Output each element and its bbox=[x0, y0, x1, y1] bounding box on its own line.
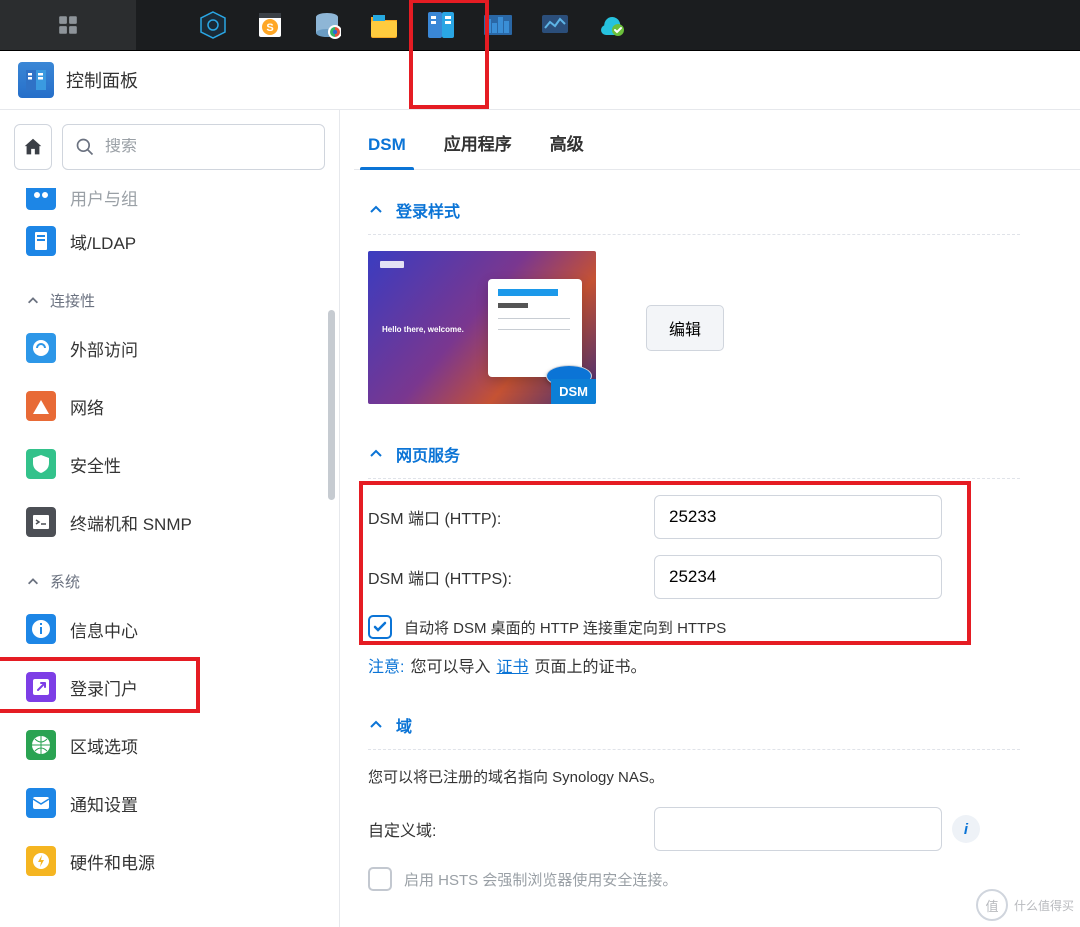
domain-description: 您可以将已注册的域名指向 Synology NAS。 bbox=[368, 766, 1020, 787]
info-icon[interactable]: i bbox=[952, 815, 980, 843]
sidebar-item-label: 终端机和 SNMP bbox=[70, 510, 192, 535]
tab-dsm[interactable]: DSM bbox=[368, 135, 406, 169]
search-icon bbox=[75, 137, 95, 157]
taskbar-app-8-icon[interactable] bbox=[596, 9, 628, 41]
sidebar-section-connectivity[interactable]: 连接性 bbox=[0, 270, 339, 319]
search-input[interactable] bbox=[105, 138, 312, 156]
sidebar-item-label: 网络 bbox=[70, 394, 104, 419]
custom-domain-input[interactable] bbox=[654, 807, 942, 851]
sidebar-item-label: 区域选项 bbox=[70, 733, 138, 758]
sidebar-item-region-option[interactable]: 区域选项 bbox=[0, 716, 339, 774]
taskbar: S bbox=[0, 0, 1080, 50]
sidebar-item-domain-ldap[interactable]: 域/LDAP bbox=[0, 212, 339, 270]
sidebar-item-login-portal[interactable]: 登录门户 bbox=[0, 658, 339, 716]
taskbar-app-7-icon[interactable] bbox=[539, 9, 571, 41]
sidebar-list: 用户与组域/LDAP 连接性外部访问网络安全性终端机和 SNMP 系统信息中心登录门… bbox=[0, 184, 339, 927]
sidebar-item-user-group[interactable]: 用户与组 bbox=[0, 188, 339, 212]
sidebar-item-notification[interactable]: 通知设置 bbox=[0, 774, 339, 832]
search-box[interactable] bbox=[62, 124, 325, 170]
chevron-up-icon bbox=[26, 294, 40, 308]
sidebar-item-label: 用户与组 bbox=[70, 188, 138, 210]
svg-text:S: S bbox=[266, 22, 273, 34]
sidebar-item-label: 信息中心 bbox=[70, 617, 138, 642]
section-domain-title: 域 bbox=[396, 713, 412, 737]
checkbox-checked-icon bbox=[368, 615, 392, 639]
content-area: 登录样式 Hello there, welcome. DSM 编辑 网页服务 bbox=[354, 170, 1080, 927]
custom-domain-label: 自定义域: bbox=[368, 817, 654, 841]
https-redirect-checkbox-row[interactable]: 自动将 DSM 桌面的 HTTP 连接重定向到 HTTPS bbox=[368, 615, 1020, 639]
sidebar-item-label: 域/LDAP bbox=[70, 229, 136, 254]
taskbar-file-station-icon[interactable] bbox=[368, 9, 400, 41]
main-panel: DSM 应用程序高级 登录样式 Hello there, welcome. DSM… bbox=[340, 110, 1080, 927]
http-port-input[interactable] bbox=[654, 495, 942, 539]
section-login-style-header[interactable]: 登录样式 bbox=[368, 188, 1020, 235]
sidebar-section-system[interactable]: 系统 bbox=[0, 551, 339, 600]
taskbar-app-3-icon[interactable] bbox=[311, 9, 343, 41]
main-menu-button[interactable] bbox=[0, 0, 136, 50]
chevron-up-icon bbox=[368, 717, 384, 733]
sidebar-item-label: 安全性 bbox=[70, 452, 121, 477]
watermark: 值 什么值得买 bbox=[976, 889, 1074, 921]
section-login-style-title: 登录样式 bbox=[396, 198, 460, 222]
http-port-label: DSM 端口 (HTTP): bbox=[368, 505, 654, 529]
https-port-input[interactable] bbox=[654, 555, 942, 599]
https-redirect-label: 自动将 DSM 桌面的 HTTP 连接重定向到 HTTPS bbox=[404, 617, 726, 638]
tab-bar: DSM 应用程序高级 bbox=[354, 110, 1080, 170]
section-web-service-title: 网页服务 bbox=[396, 442, 460, 466]
tab-advanced[interactable]: 高级 bbox=[550, 130, 584, 169]
sidebar-item-label: 通知设置 bbox=[70, 791, 138, 816]
window-title: 控制面板 bbox=[66, 67, 138, 93]
sidebar-item-external-access[interactable]: 外部访问 bbox=[0, 319, 339, 377]
chevron-up-icon bbox=[368, 202, 384, 218]
taskbar-control-panel-icon[interactable] bbox=[425, 9, 457, 41]
hsts-label: 启用 HSTS 会强制浏览器使用安全连接。 bbox=[404, 869, 677, 890]
sidebar-item-network[interactable]: 网络 bbox=[0, 377, 339, 435]
tab-apps[interactable]: 应用程序 bbox=[444, 130, 512, 169]
sidebar: 用户与组域/LDAP 连接性外部访问网络安全性终端机和 SNMP 系统信息中心登录门… bbox=[0, 110, 340, 927]
section-web-service-header[interactable]: 网页服务 bbox=[368, 432, 1020, 479]
sidebar-item-label: 硬件和电源 bbox=[70, 849, 155, 874]
https-port-label: DSM 端口 (HTTPS): bbox=[368, 565, 654, 589]
taskbar-app-1-icon[interactable] bbox=[197, 9, 229, 41]
sidebar-item-security[interactable]: 安全性 bbox=[0, 435, 339, 493]
chevron-up-icon bbox=[26, 575, 40, 589]
sidebar-item-terminal-snmp[interactable]: 终端机和 SNMP bbox=[0, 493, 339, 551]
dsm-badge: DSM bbox=[551, 379, 596, 404]
edit-login-style-button[interactable]: 编辑 bbox=[646, 305, 724, 351]
checkbox-disabled-icon bbox=[368, 867, 392, 891]
hsts-checkbox-row: 启用 HSTS 会强制浏览器使用安全连接。 bbox=[368, 867, 1020, 891]
home-button[interactable] bbox=[14, 124, 52, 170]
login-style-preview: Hello there, welcome. DSM bbox=[368, 251, 596, 404]
control-panel-icon bbox=[18, 62, 54, 98]
sidebar-item-label: 登录门户 bbox=[70, 675, 138, 700]
sidebar-item-info-center[interactable]: 信息中心 bbox=[0, 600, 339, 658]
window-header: 控制面板 bbox=[0, 50, 1080, 110]
scrollbar-thumb[interactable] bbox=[328, 310, 335, 500]
sidebar-item-hardware-power[interactable]: 硬件和电源 bbox=[0, 832, 339, 890]
section-domain-header[interactable]: 域 bbox=[368, 703, 1020, 750]
cert-link[interactable]: 证书 bbox=[496, 653, 528, 677]
taskbar-app-6-icon[interactable] bbox=[482, 9, 514, 41]
cert-note: 注意: 您可以导入 证书 页面上的证书。 bbox=[368, 653, 1020, 677]
chevron-up-icon bbox=[368, 446, 384, 462]
sidebar-item-label: 外部访问 bbox=[70, 336, 138, 361]
taskbar-app-2-icon[interactable]: S bbox=[254, 9, 286, 41]
